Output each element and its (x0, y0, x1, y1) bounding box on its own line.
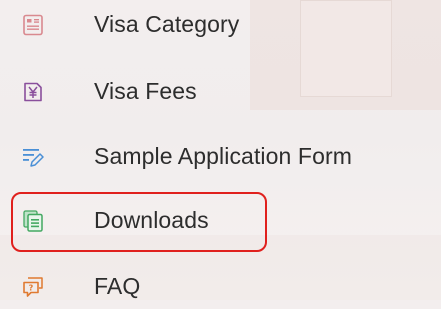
menu-item-visa-fees[interactable]: Visa Fees (0, 70, 441, 114)
menu-item-label: FAQ (94, 272, 141, 299)
menu-item-label: Visa Category (94, 10, 240, 37)
faq-chat-icon: ? (23, 277, 43, 297)
menu-item-sample-application-form[interactable]: Sample Application Form (0, 135, 441, 179)
menu-item-downloads[interactable]: Downloads (0, 199, 441, 243)
menu-item-faq[interactable]: ? FAQ (0, 265, 441, 309)
menu-item-visa-category[interactable]: Visa Category (0, 3, 441, 47)
menu-item-label: Sample Application Form (94, 142, 352, 169)
form-pen-icon (23, 149, 44, 167)
yen-fees-icon (24, 82, 42, 102)
visa-category-icon (23, 14, 43, 36)
svg-text:?: ? (29, 284, 34, 293)
menu-item-label: Downloads (94, 206, 209, 233)
menu-item-label: Visa Fees (94, 77, 197, 104)
documents-icon (23, 210, 43, 232)
side-menu: Visa Category Visa Fees Sample Applicati… (0, 0, 441, 300)
